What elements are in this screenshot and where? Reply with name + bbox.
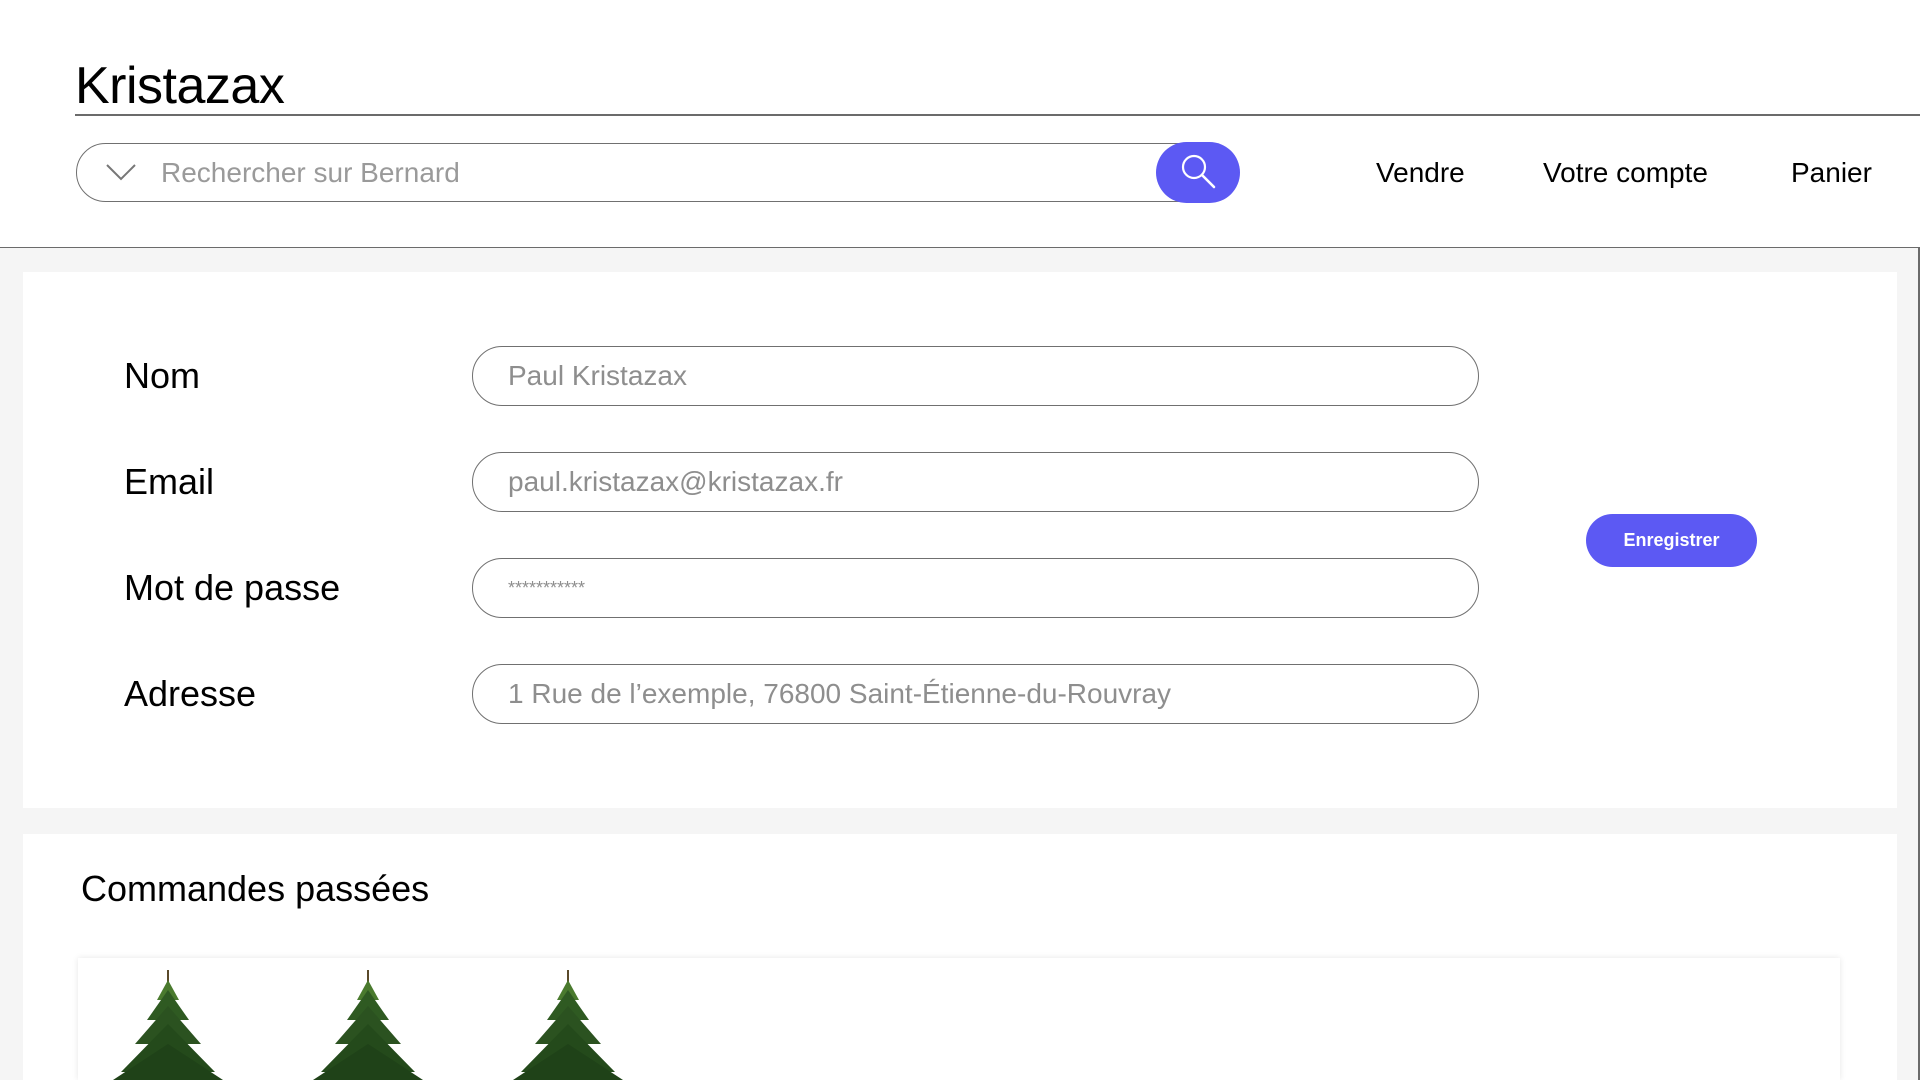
nav-account-link[interactable]: Votre compte bbox=[1543, 157, 1708, 189]
nav-sell-link[interactable]: Vendre bbox=[1376, 157, 1465, 189]
password-field[interactable] bbox=[472, 558, 1479, 618]
address-field[interactable] bbox=[472, 664, 1479, 724]
fir-tree-image[interactable] bbox=[303, 968, 433, 1080]
brand-logo[interactable]: Kristazax bbox=[75, 56, 285, 116]
orders-title: Commandes passées bbox=[81, 868, 430, 909]
fir-tree-image[interactable] bbox=[503, 968, 633, 1080]
password-label: Mot de passe bbox=[124, 567, 341, 608]
chevron-down-icon[interactable] bbox=[104, 158, 138, 186]
orders-list bbox=[78, 958, 1840, 1080]
name-field[interactable] bbox=[472, 346, 1479, 406]
account-page: Kristazax Vendre Votre compte Panier Nom… bbox=[0, 0, 1920, 1080]
address-label: Adresse bbox=[124, 673, 257, 714]
header-divider bbox=[75, 114, 1920, 116]
search-input[interactable] bbox=[161, 152, 1141, 194]
search-bar bbox=[76, 142, 1240, 203]
email-field[interactable] bbox=[472, 452, 1479, 512]
name-label: Nom bbox=[124, 355, 201, 396]
search-button[interactable] bbox=[1156, 142, 1240, 203]
email-label: Email bbox=[124, 461, 215, 502]
fir-tree-image[interactable] bbox=[103, 968, 233, 1080]
save-button[interactable]: Enregistrer bbox=[1586, 514, 1757, 567]
search-icon bbox=[1178, 151, 1218, 194]
nav-cart-link[interactable]: Panier bbox=[1791, 157, 1872, 189]
